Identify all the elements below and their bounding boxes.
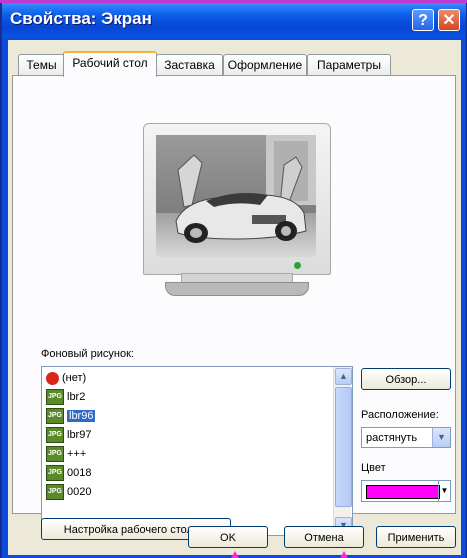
scroll-up-button[interactable]: ▲ bbox=[335, 368, 352, 385]
wallpaper-label: Фоновый рисунок: bbox=[41, 348, 134, 360]
apply-button[interactable]: Применить bbox=[376, 526, 456, 548]
tab-appearance[interactable]: Оформление bbox=[223, 54, 307, 75]
display-properties-window: Свойства: Экран ? ✕ Темы Рабочий стол За… bbox=[2, 3, 466, 558]
tab-themes[interactable]: Темы bbox=[18, 54, 65, 75]
cursor-marker-icon bbox=[340, 551, 348, 558]
monitor-frame bbox=[143, 123, 331, 275]
color-swatch bbox=[366, 485, 440, 499]
window-title: Свойства: Экран bbox=[10, 9, 152, 28]
wallpaper-preview-image bbox=[156, 135, 316, 257]
desktop-tab-panel: Фоновый рисунок: (нет) JPG lbr2 JPG lbr96 … bbox=[12, 75, 456, 540]
browse-button[interactable]: Обзор... bbox=[361, 368, 451, 390]
color-label: Цвет bbox=[361, 462, 386, 474]
chevron-down-icon[interactable]: ▼ bbox=[432, 428, 450, 447]
position-select[interactable]: растянуть ▼ bbox=[361, 427, 451, 448]
title-bar[interactable]: Свойства: Экран ? ✕ bbox=[2, 3, 466, 37]
list-item[interactable]: JPG 0018 bbox=[46, 464, 91, 482]
tab-screensaver[interactable]: Заставка bbox=[156, 54, 223, 75]
cursor-marker-icon bbox=[231, 551, 239, 558]
dialog-client-area: Темы Рабочий стол Заставка Оформление Па… bbox=[8, 40, 461, 555]
list-scrollbar[interactable]: ▲ ▼ bbox=[333, 367, 352, 535]
chevron-down-icon[interactable]: ▼ bbox=[438, 481, 450, 501]
list-item-selected[interactable]: JPG lbr96 bbox=[46, 407, 96, 425]
color-picker-button[interactable]: ▼ bbox=[361, 480, 451, 502]
jpg-icon: JPG bbox=[46, 484, 64, 501]
jpg-icon: JPG bbox=[46, 427, 64, 444]
ok-button[interactable]: OK bbox=[188, 526, 268, 548]
position-label: Расположение: bbox=[361, 409, 439, 421]
monitor-preview bbox=[143, 123, 331, 296]
desktop-background: { "window": { "title": "Свойства: Экран"… bbox=[0, 0, 467, 558]
tab-desktop[interactable]: Рабочий стол bbox=[63, 51, 157, 77]
scroll-thumb[interactable] bbox=[335, 387, 352, 507]
wallpaper-list-items: (нет) JPG lbr2 JPG lbr96 JPG lbr97 JPG +++ bbox=[42, 367, 332, 535]
list-item[interactable]: JPG lbr97 bbox=[46, 426, 91, 444]
power-led bbox=[294, 262, 301, 269]
jpg-icon: JPG bbox=[46, 446, 64, 463]
list-item[interactable]: (нет) bbox=[46, 369, 86, 387]
none-icon bbox=[46, 371, 59, 385]
close-button[interactable]: ✕ bbox=[438, 9, 460, 31]
jpg-icon: JPG bbox=[46, 408, 64, 425]
cancel-button[interactable]: Отмена bbox=[284, 526, 364, 548]
wallpaper-list[interactable]: (нет) JPG lbr2 JPG lbr96 JPG lbr97 JPG +++ bbox=[41, 366, 353, 536]
position-value: растянуть bbox=[366, 432, 418, 444]
list-item[interactable]: JPG 0020 bbox=[46, 483, 91, 501]
jpg-icon: JPG bbox=[46, 465, 64, 482]
tab-settings[interactable]: Параметры bbox=[307, 54, 391, 75]
monitor-base bbox=[165, 282, 309, 296]
help-button[interactable]: ? bbox=[412, 9, 434, 31]
list-item[interactable]: JPG +++ bbox=[46, 445, 86, 463]
list-item[interactable]: JPG lbr2 bbox=[46, 388, 85, 406]
jpg-icon: JPG bbox=[46, 389, 64, 406]
